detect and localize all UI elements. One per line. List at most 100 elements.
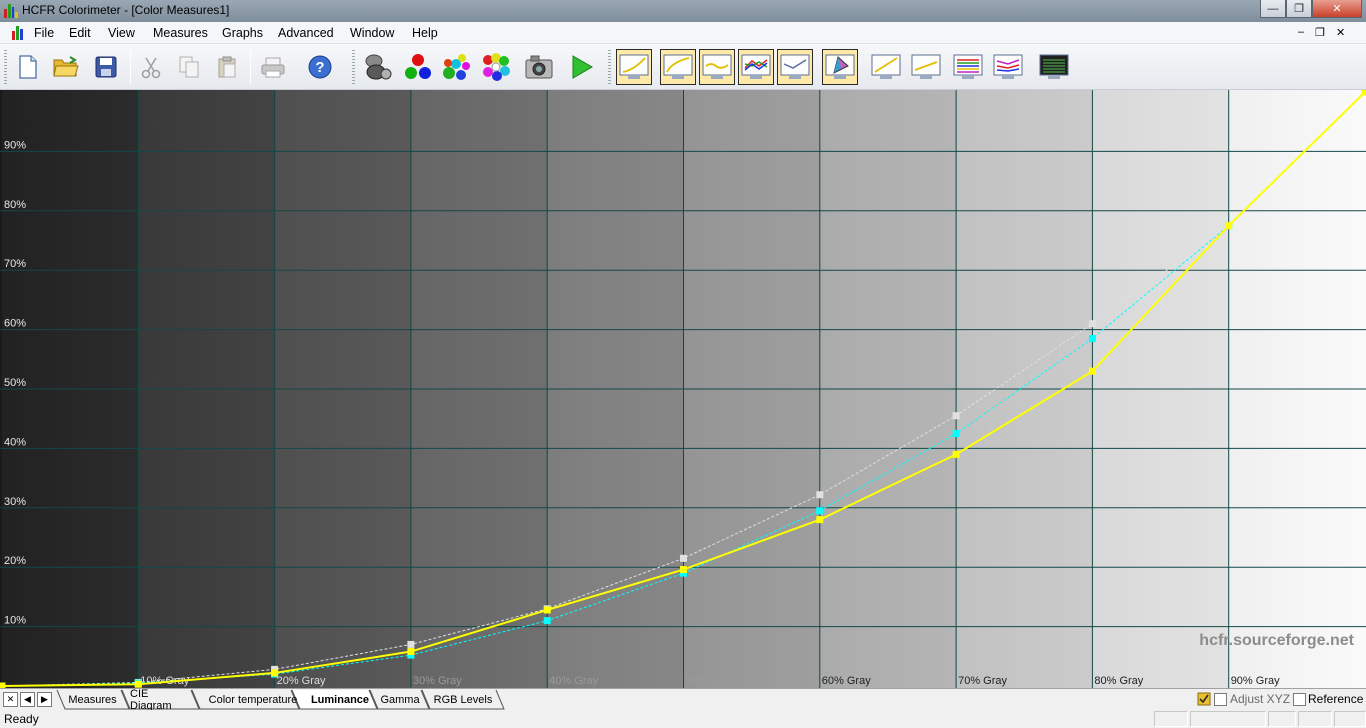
reference-checkbox[interactable] (1293, 693, 1306, 706)
x-tick-label: 40% Gray (549, 675, 598, 687)
help-icon[interactable]: ? (302, 49, 338, 85)
status-pane (1190, 711, 1266, 727)
series-point (1361, 90, 1366, 96)
luminance-chart[interactable]: 10% 20% 30% 40% 50% 60% 70% 80% 90% 10% Gray 20% G… (0, 90, 1366, 688)
measures-view-icon[interactable] (1036, 49, 1072, 85)
series-point (1225, 222, 1233, 230)
luminance-view-icon[interactable] (616, 49, 652, 85)
hcfr-app-icon (4, 3, 18, 18)
camera-icon[interactable] (521, 49, 557, 85)
mdi-restore-button[interactable]: ❐ (1315, 26, 1325, 39)
contrast-view-icon[interactable] (908, 49, 944, 85)
print-icon[interactable] (255, 49, 291, 85)
saturation-view-icon[interactable] (868, 49, 904, 85)
menu-advanced[interactable]: Advanced (278, 26, 334, 40)
y-tick-label: 60% (4, 318, 26, 330)
menu-help[interactable]: Help (412, 26, 438, 40)
sensor-icon[interactable] (360, 49, 396, 85)
reference-label: Reference (1308, 692, 1364, 706)
adjust-xyz-label: Adjust XYZ (1230, 692, 1291, 706)
status-bar: Ready (0, 710, 1366, 728)
series-point (543, 606, 551, 614)
rgb-levels-view-icon[interactable] (738, 49, 774, 85)
series-point (543, 617, 551, 625)
toolbar-grip[interactable] (4, 50, 7, 84)
tab-scroll-left-button[interactable]: ◀ (20, 692, 35, 707)
delta-e-view-icon[interactable] (777, 49, 813, 85)
copy-icon[interactable] (171, 49, 207, 85)
cie-view-icon[interactable] (822, 49, 858, 85)
menu-file[interactable]: File (34, 26, 54, 40)
paste-icon[interactable] (209, 49, 245, 85)
menu-edit[interactable]: Edit (69, 26, 91, 40)
series-point (952, 430, 960, 438)
toolbar-grip[interactable] (608, 50, 611, 84)
y-tick-label: 70% (4, 258, 26, 270)
series-point (680, 554, 687, 562)
series-point (407, 640, 415, 648)
tab-scroll-right-button[interactable]: ▶ (37, 692, 52, 707)
tab-rgb-levels[interactable]: RGB Levels (430, 690, 496, 709)
app-window: HCFR Colorimeter - [Color Measures1] — ❐… (0, 0, 1366, 728)
x-tick-label: 70% Gray (958, 675, 1007, 687)
open-folder-icon[interactable] (48, 49, 84, 85)
toolbar-separator (250, 50, 251, 84)
near-white-view-icon[interactable] (990, 49, 1026, 85)
y-tick-label: 50% (4, 377, 26, 389)
tab-color-temperature[interactable]: Color temperature (200, 690, 306, 709)
rgb-primaries-icon[interactable] (400, 49, 436, 85)
status-pane (1268, 711, 1296, 727)
gamma-view-icon[interactable] (660, 49, 696, 85)
play-icon[interactable] (563, 49, 599, 85)
cut-icon[interactable] (133, 49, 169, 85)
x-tick-label: 50% Gray (686, 675, 735, 687)
series-point (680, 566, 687, 574)
menu-graphs[interactable]: Graphs (222, 26, 263, 40)
document-icon[interactable] (12, 26, 26, 40)
watermark: hcfr.sourceforge.net (1199, 632, 1354, 649)
y-tick-label: 30% (4, 496, 26, 508)
status-pane (1298, 711, 1332, 727)
x-tick-label: 80% Gray (1094, 675, 1143, 687)
save-icon[interactable] (88, 49, 124, 85)
tab-close-button[interactable]: ✕ (3, 692, 18, 707)
x-tick-label: 60% Gray (822, 675, 871, 687)
series-point (816, 491, 824, 499)
svg-text:?: ? (315, 59, 324, 76)
minimize-button[interactable]: — (1260, 0, 1286, 18)
status-text: Ready (4, 712, 39, 726)
y-tick-label: 80% (4, 199, 26, 211)
maximize-button[interactable]: ❐ (1286, 0, 1312, 18)
menu-measures[interactable]: Measures (153, 26, 208, 40)
x-tick-label: 90% Gray (1231, 675, 1280, 687)
menu-window[interactable]: Window (350, 26, 394, 40)
window-title: HCFR Colorimeter - [Color Measures1] (22, 3, 230, 17)
close-button[interactable]: ✕ (1312, 0, 1362, 18)
x-tick-label: 30% Gray (413, 675, 462, 687)
adjust-xyz-checkbox[interactable] (1214, 693, 1227, 706)
new-icon[interactable] (10, 49, 46, 85)
status-pane (1334, 711, 1366, 727)
series-point (952, 412, 960, 420)
toolbar-grip[interactable] (352, 50, 355, 84)
series-point (816, 507, 824, 515)
mdi-close-button[interactable]: ✕ (1336, 26, 1345, 39)
series-point (1088, 367, 1096, 375)
series-point (271, 669, 279, 677)
tab-cie-diagram[interactable]: CIE Diagram (130, 688, 192, 712)
tab-measures[interactable]: Measures (65, 690, 120, 709)
menu-view[interactable]: View (108, 26, 135, 40)
near-black-view-icon[interactable] (950, 49, 986, 85)
tab-luminance[interactable]: Luminance (302, 690, 378, 709)
y-tick-label: 40% (4, 436, 26, 448)
y-tick-label: 90% (4, 139, 26, 151)
tab-gamma[interactable]: Gamma (378, 690, 422, 709)
menu-bar: File Edit View Measures Graphs Advanced … (0, 22, 1366, 44)
toolbar: ? (0, 44, 1366, 90)
mdi-minimize-button[interactable]: – (1298, 26, 1304, 38)
color-temp-view-icon[interactable] (699, 49, 735, 85)
secondary-colors-icon[interactable] (438, 49, 474, 85)
color-wheel-icon[interactable] (478, 49, 514, 85)
title-bar[interactable]: HCFR Colorimeter - [Color Measures1] — ❐… (0, 0, 1366, 22)
x-tick-label: 20% Gray (277, 675, 326, 687)
